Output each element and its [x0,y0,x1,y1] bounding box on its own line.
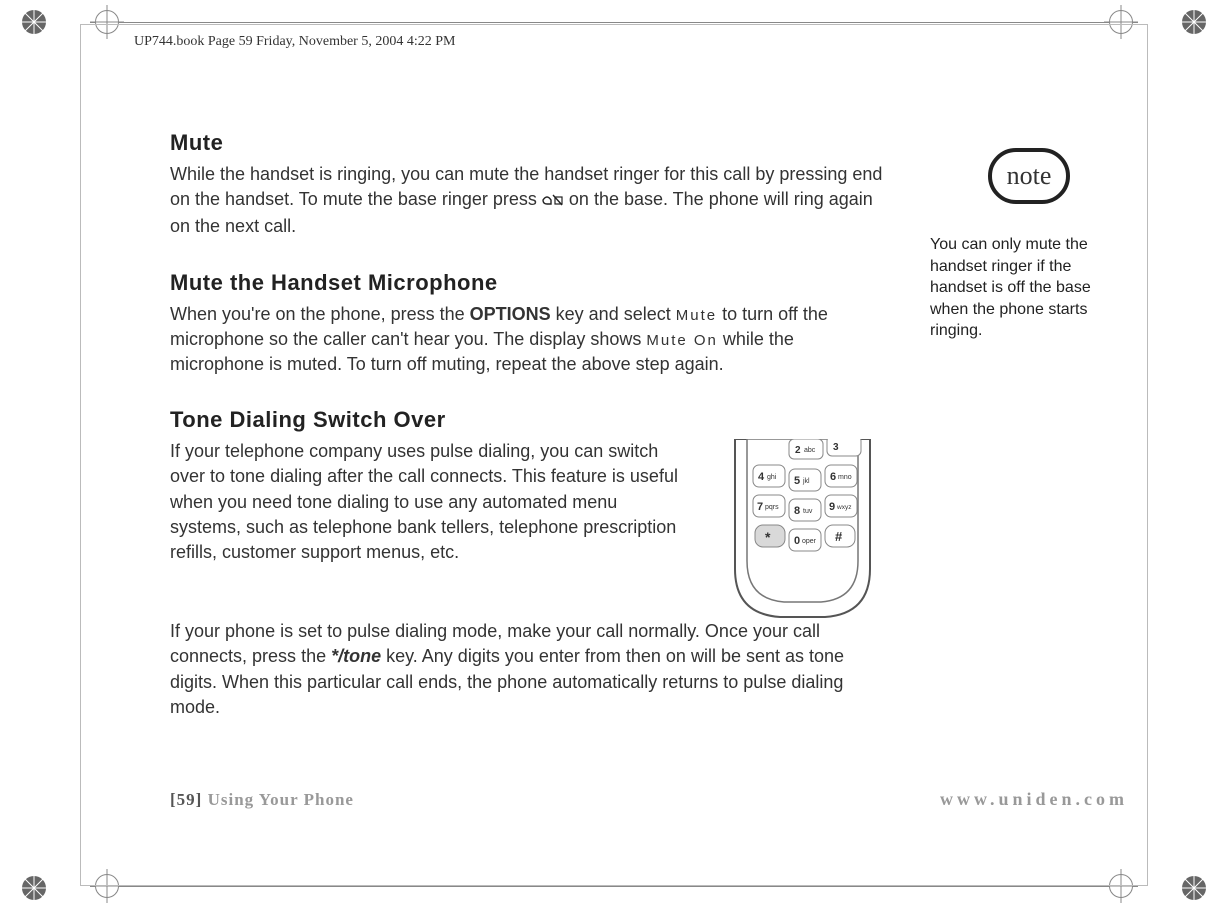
footer-section: Using Your Phone [208,790,354,809]
svg-text:jkl: jkl [802,478,810,485]
heading-mute: Mute [170,130,890,156]
page-content: Mute While the handset is ringing, you c… [170,130,890,734]
heading-mute-mic: Mute the Handset Microphone [170,270,890,296]
trim-line-left [80,24,81,886]
trim-line-right [1147,24,1148,886]
text: When you're on the phone, press the [170,304,470,324]
note-icon: note [988,148,1070,204]
svg-text:tuv: tuv [803,508,813,515]
footer-left: [59] Using Your Phone [170,790,354,810]
registration-bar-bottom [50,867,1178,907]
para-mute: While the handset is ringing, you can mu… [170,162,890,240]
para-tone-2: If your phone is set to pulse dialing mo… [170,619,890,720]
note-callout: note You can only mute the handset ringe… [930,148,1128,342]
svg-text:3: 3 [833,442,839,453]
svg-text:abc: abc [804,447,816,454]
trim-line-bottom [80,885,1148,886]
heading-tone: Tone Dialing Switch Over [170,407,890,433]
svg-text:#: # [835,529,843,544]
para-tone-1: If your telephone company uses pulse dia… [170,439,687,565]
page-footer: [59] Using Your Phone www.uniden.com [170,789,1128,810]
svg-text:wxyz: wxyz [836,504,851,511]
svg-text:8: 8 [794,505,800,517]
registration-mark-tr [1178,6,1210,38]
options-key-label: OPTIONS [470,304,551,324]
footer-url: www.uniden.com [940,789,1128,810]
svg-text:*: * [765,529,771,545]
trim-line-top [80,24,1148,25]
svg-text:4: 4 [758,471,765,483]
text: key and select [551,304,676,324]
svg-text:9: 9 [829,501,835,513]
svg-text:7: 7 [757,501,763,513]
display-text-mute-on: Mute On [646,332,718,349]
registration-mark-tl [18,6,50,38]
ringer-mute-icon [542,189,564,214]
svg-text:2: 2 [795,445,801,456]
note-label: note [1007,161,1052,191]
running-header: UP744.book Page 59 Friday, November 5, 2… [134,34,455,50]
svg-text:pqrs: pqrs [765,504,779,511]
svg-text:6: 6 [830,471,836,483]
svg-text:mno: mno [838,474,852,481]
registration-mark-bl [18,872,50,904]
star-tone-key-label: */tone [331,646,381,666]
para-mute-mic: When you're on the phone, press the OPTI… [170,302,890,378]
svg-text:5: 5 [794,475,800,487]
svg-text:0: 0 [794,535,800,547]
svg-text:oper: oper [802,538,817,545]
registration-mark-br [1178,872,1210,904]
svg-text:ghi: ghi [767,474,777,481]
display-text-mute: Mute [676,307,717,324]
keypad-illustration: 2abc 3 4ghi 5jkl [715,439,890,619]
page-number: [59] [170,790,202,809]
note-text: You can only mute the handset ringer if … [930,234,1128,342]
